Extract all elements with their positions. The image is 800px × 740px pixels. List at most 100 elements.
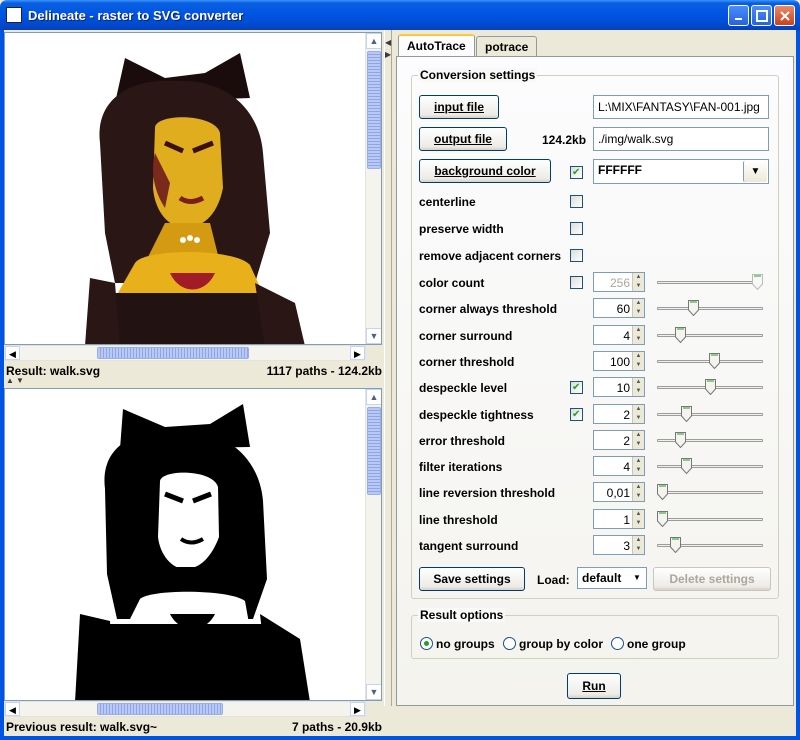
spin-up-icon[interactable]: ▲ [632, 405, 644, 414]
split-left-icon[interactable]: ◀ [385, 38, 391, 47]
radio-group-by-color[interactable] [503, 637, 516, 650]
scroll-up-icon[interactable]: ▲ [366, 389, 381, 405]
run-button[interactable]: Run [567, 673, 621, 699]
scroll-right-icon[interactable]: ▶ [350, 346, 365, 360]
slider-knob-icon[interactable] [675, 327, 686, 343]
param-spinner[interactable]: 0,01 ▲ ▼ [593, 482, 645, 502]
vertical-splitter[interactable]: ◀ ▶ [384, 30, 392, 706]
spin-up-icon[interactable]: ▲ [632, 273, 644, 282]
slider-knob-icon[interactable] [657, 484, 668, 500]
tab-autotrace[interactable]: AutoTrace [398, 34, 475, 57]
spin-down-icon[interactable]: ▼ [632, 282, 644, 291]
param-checkbox[interactable] [570, 276, 583, 289]
param-spinner[interactable]: 2 ▲ ▼ [593, 430, 645, 450]
split-up-icon[interactable]: ▲ [6, 376, 14, 385]
param-slider[interactable] [657, 299, 763, 317]
param-slider[interactable] [657, 352, 763, 370]
load-settings-select[interactable]: default ▼ [577, 567, 647, 589]
save-settings-button[interactable]: Save settings [419, 567, 525, 591]
input-file-button[interactable]: input file [419, 95, 499, 119]
spin-up-icon[interactable]: ▲ [632, 536, 644, 545]
split-right-icon[interactable]: ▶ [385, 50, 391, 59]
param-slider[interactable] [657, 405, 763, 423]
background-color-button[interactable]: background color [419, 159, 551, 183]
result-preview[interactable]: ▲ ▼ [4, 32, 382, 345]
spin-down-icon[interactable]: ▼ [632, 440, 644, 449]
scroll-left-icon[interactable]: ◀ [5, 702, 20, 716]
result-vertical-scrollbar[interactable]: ▲ ▼ [365, 33, 381, 344]
spin-up-icon[interactable]: ▲ [632, 299, 644, 308]
spin-down-icon[interactable]: ▼ [632, 414, 644, 423]
tab-potrace[interactable]: potrace [476, 36, 538, 57]
spin-down-icon[interactable]: ▼ [632, 519, 644, 528]
spin-down-icon[interactable]: ▼ [632, 466, 644, 475]
radio-one-group[interactable] [611, 637, 624, 650]
param-checkbox[interactable] [570, 408, 583, 421]
slider-knob-icon[interactable] [670, 537, 681, 553]
output-file-field[interactable]: ./img/walk.svg [593, 127, 769, 151]
spin-down-icon[interactable]: ▼ [632, 545, 644, 554]
output-file-button[interactable]: output file [419, 127, 507, 151]
slider-knob-icon[interactable] [705, 379, 716, 395]
minimize-button[interactable] [728, 5, 749, 26]
param-slider[interactable] [657, 378, 763, 396]
background-color-checkbox[interactable] [570, 166, 583, 179]
scroll-down-icon[interactable]: ▼ [366, 328, 381, 344]
param-spinner[interactable]: 100 ▲ ▼ [593, 351, 645, 371]
radio-no-groups[interactable] [420, 637, 433, 650]
slider-knob-icon[interactable] [688, 300, 699, 316]
close-button[interactable] [774, 5, 795, 26]
scroll-down-icon[interactable]: ▼ [366, 684, 381, 700]
param-spinner[interactable]: 2 ▲ ▼ [593, 404, 645, 424]
spin-down-icon[interactable]: ▼ [632, 361, 644, 370]
one-group-label[interactable]: one group [627, 637, 686, 651]
spin-up-icon[interactable]: ▲ [632, 457, 644, 466]
spin-up-icon[interactable]: ▲ [632, 326, 644, 335]
spin-up-icon[interactable]: ▲ [632, 510, 644, 519]
param-checkbox[interactable] [570, 381, 583, 394]
horizontal-splitter[interactable]: ▲ ▼ [4, 376, 382, 386]
slider-knob-icon[interactable] [681, 458, 692, 474]
input-file-field[interactable]: L:\MIX\FANTASY\FAN-001.jpg [593, 95, 769, 119]
split-down-icon[interactable]: ▼ [16, 376, 24, 385]
param-spinner[interactable]: 3 ▲ ▼ [593, 535, 645, 555]
background-color-combo[interactable]: FFFFFF ▼ [593, 159, 769, 184]
maximize-button[interactable] [751, 5, 772, 26]
centerline-checkbox[interactable] [570, 195, 583, 208]
preserve-width-checkbox[interactable] [570, 222, 583, 235]
slider-knob-icon[interactable] [657, 511, 668, 527]
previous-vertical-scrollbar[interactable]: ▲ ▼ [365, 389, 381, 700]
scroll-left-icon[interactable]: ◀ [5, 346, 20, 360]
previous-preview[interactable]: ▲ ▼ [4, 388, 382, 701]
group-by-color-label[interactable]: group by color [519, 637, 603, 651]
param-slider[interactable] [657, 536, 763, 554]
param-spinner[interactable]: 10 ▲ ▼ [593, 377, 645, 397]
scroll-up-icon[interactable]: ▲ [366, 33, 381, 49]
spin-up-icon[interactable]: ▲ [632, 352, 644, 361]
spin-down-icon[interactable]: ▼ [632, 387, 644, 396]
scroll-thumb[interactable] [97, 703, 223, 715]
param-slider[interactable] [657, 431, 763, 449]
param-slider[interactable] [657, 326, 763, 344]
param-spinner[interactable]: 60 ▲ ▼ [593, 298, 645, 318]
param-slider[interactable] [657, 483, 763, 501]
spin-up-icon[interactable]: ▲ [632, 378, 644, 387]
param-spinner[interactable]: 1 ▲ ▼ [593, 509, 645, 529]
scroll-thumb[interactable] [367, 51, 381, 169]
remove-adjacent-checkbox[interactable] [570, 249, 583, 262]
spin-up-icon[interactable]: ▲ [632, 483, 644, 492]
scroll-thumb[interactable] [97, 347, 249, 359]
spin-down-icon[interactable]: ▼ [632, 492, 644, 501]
param-slider[interactable] [657, 457, 763, 475]
scroll-right-icon[interactable]: ▶ [350, 702, 365, 716]
slider-knob-icon[interactable] [681, 406, 692, 422]
spin-up-icon[interactable]: ▲ [632, 431, 644, 440]
chevron-down-icon[interactable]: ▼ [629, 569, 645, 587]
slider-knob-icon[interactable] [675, 432, 686, 448]
param-spinner[interactable]: 4 ▲ ▼ [593, 456, 645, 476]
spin-down-icon[interactable]: ▼ [632, 308, 644, 317]
param-spinner[interactable]: 4 ▲ ▼ [593, 325, 645, 345]
slider-knob-icon[interactable] [752, 274, 763, 290]
spin-down-icon[interactable]: ▼ [632, 335, 644, 344]
no-groups-label[interactable]: no groups [436, 637, 495, 651]
